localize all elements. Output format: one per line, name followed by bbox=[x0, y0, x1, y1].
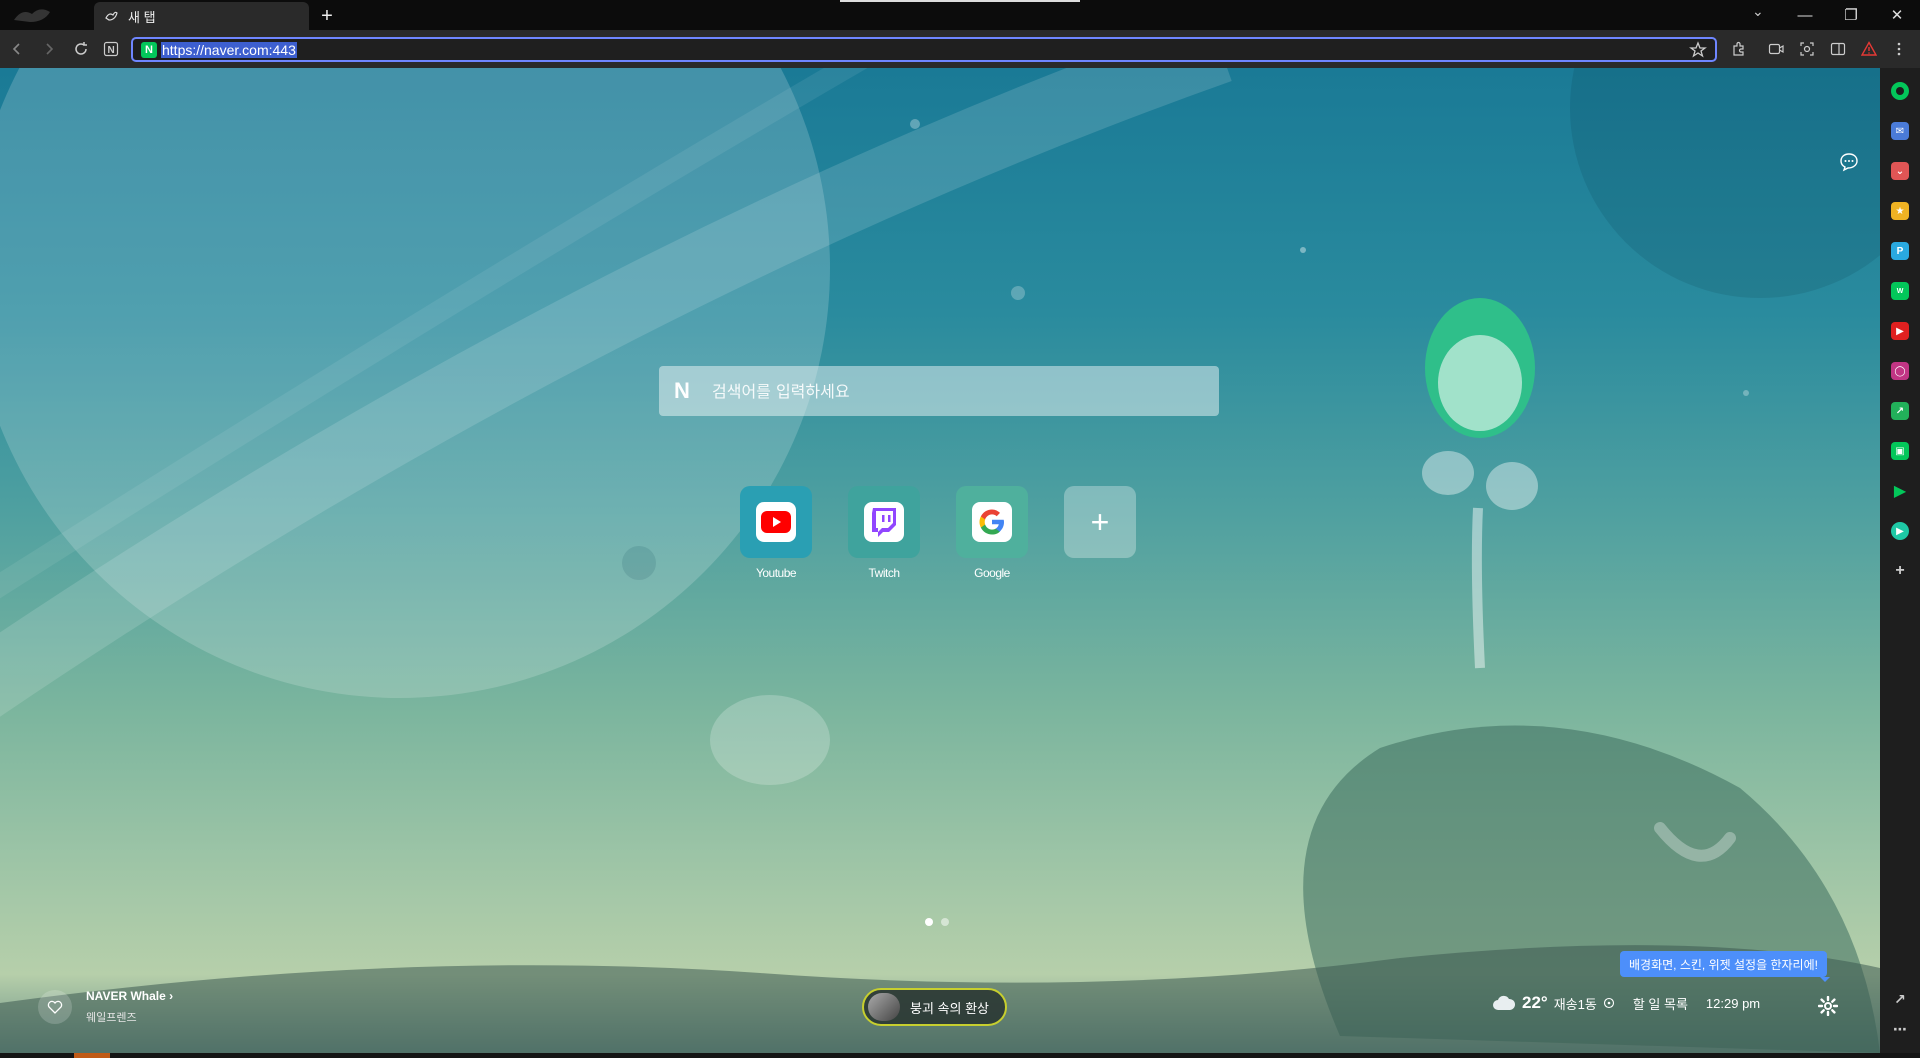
close-icon[interactable]: ✕ bbox=[1882, 4, 1912, 26]
music-icon[interactable]: ▶ bbox=[1891, 522, 1909, 540]
google-icon bbox=[979, 509, 1004, 535]
page-dot-2[interactable] bbox=[941, 918, 949, 926]
svg-text:N: N bbox=[108, 45, 115, 56]
cloud-icon bbox=[1493, 995, 1516, 1010]
search-input[interactable] bbox=[712, 381, 1192, 401]
pocket-icon[interactable]: ⌄ bbox=[1891, 162, 1909, 180]
warning-icon[interactable] bbox=[1858, 38, 1880, 60]
add-sidebar-icon[interactable]: + bbox=[1891, 562, 1909, 580]
shortcut-twitch[interactable]: Twitch bbox=[848, 486, 920, 580]
toolbar: N N https://naver.com:443 bbox=[0, 30, 1920, 68]
address-bar[interactable]: N https://naver.com:443 bbox=[131, 37, 1717, 62]
settings-tooltip: 배경화면, 스킨, 위젯 설정을 한자리에! bbox=[1620, 951, 1830, 982]
mail-icon[interactable]: ✉ bbox=[1891, 122, 1909, 140]
shortcut-tile[interactable] bbox=[956, 486, 1028, 558]
theme-thumbnail bbox=[868, 993, 900, 1021]
youtube-sidebar-icon[interactable]: ▶ bbox=[1891, 322, 1909, 340]
tab-list-chevron-icon[interactable]: ⌄ bbox=[1752, 3, 1764, 20]
whale-tab-icon bbox=[105, 11, 118, 21]
page-indicator bbox=[925, 918, 949, 926]
shortcut-label: Google bbox=[974, 566, 1010, 580]
friend-card-subtitle: 웨일프렌즈 bbox=[86, 1012, 137, 1024]
tab-strip: 새 탭 + ⌄ — ❐ ✕ bbox=[0, 0, 1920, 30]
bottom-widgets: 22° 재송1동 할 일 목록 12:29 pm bbox=[1492, 993, 1760, 1013]
bookmark-star-icon[interactable] bbox=[1689, 41, 1707, 59]
temperature: 22° bbox=[1522, 993, 1548, 1012]
external-link-icon[interactable]: ↗ bbox=[1891, 990, 1909, 1008]
extensions-icon[interactable] bbox=[1727, 38, 1749, 60]
chat-bubble-icon[interactable] bbox=[1839, 152, 1859, 172]
shortcut-tile[interactable] bbox=[740, 486, 812, 558]
shortcut-google[interactable]: Google bbox=[956, 486, 1028, 580]
chevron-right-icon: › bbox=[169, 989, 174, 1003]
more-icon[interactable]: ⋯ bbox=[1891, 1020, 1909, 1038]
todo-widget[interactable]: 할 일 목록 bbox=[1633, 994, 1688, 1013]
plus-icon[interactable]: + bbox=[1064, 486, 1136, 558]
shortcut-tile[interactable] bbox=[848, 486, 920, 558]
bookmark-star-icon[interactable]: ★ bbox=[1891, 202, 1909, 220]
screenshot-icon[interactable] bbox=[1796, 38, 1818, 60]
heart-button[interactable] bbox=[38, 990, 72, 1024]
shortcut-label: Twitch bbox=[868, 566, 900, 580]
page-dot-1[interactable] bbox=[925, 918, 933, 926]
shortcut-grid: Youtube Twitch Google + bbox=[740, 486, 1136, 580]
add-shortcut-button[interactable]: + bbox=[1064, 486, 1136, 580]
window-drag-indicator bbox=[840, 0, 1080, 2]
reload-icon[interactable] bbox=[70, 38, 92, 60]
theme-label: 붕괴 속의 환상 bbox=[910, 1000, 989, 1016]
heart-icon bbox=[47, 1000, 63, 1014]
split-view-icon[interactable] bbox=[1827, 38, 1849, 60]
minimize-icon[interactable]: — bbox=[1790, 4, 1820, 26]
whale-friends-card[interactable]: NAVER Whale › 웨일프렌즈 bbox=[38, 989, 173, 1025]
taskbar-app[interactable] bbox=[74, 1053, 110, 1058]
site-favicon: N bbox=[141, 41, 157, 58]
shortcut-label: Youtube bbox=[755, 566, 797, 580]
whale-space-icon[interactable] bbox=[1891, 82, 1909, 100]
whale-logo-icon bbox=[14, 9, 50, 22]
os-taskbar bbox=[0, 1053, 1920, 1058]
back-icon[interactable] bbox=[6, 38, 28, 60]
twitch-icon bbox=[872, 508, 896, 537]
instagram-icon[interactable]: ◯ bbox=[1891, 362, 1909, 380]
naver-home-icon[interactable]: N bbox=[100, 38, 122, 60]
url-text[interactable]: https://naver.com:443 bbox=[161, 41, 297, 58]
tab-new-tab[interactable]: 새 탭 bbox=[94, 2, 309, 30]
webtoon-icon[interactable]: W bbox=[1891, 282, 1909, 300]
new-tab-button[interactable]: + bbox=[316, 5, 338, 27]
location-target-icon[interactable] bbox=[1603, 997, 1615, 1009]
youtube-icon bbox=[761, 511, 791, 533]
friend-card-title: NAVER Whale bbox=[86, 989, 166, 1003]
play-icon[interactable]: ▶ bbox=[1891, 482, 1909, 500]
stock-icon[interactable]: ↗ bbox=[1891, 402, 1909, 420]
right-sidebar: ✉ ⌄ ★ P W ▶ ◯ ↗ ▣ ▶ ▶ + ↗ ⋯ bbox=[1880, 68, 1920, 1053]
forward-icon[interactable] bbox=[38, 38, 60, 60]
calendar-icon[interactable]: ▣ bbox=[1891, 442, 1909, 460]
new-tab-page: N Youtube Twitch bbox=[0, 68, 1880, 1053]
weather-widget[interactable]: 22° 재송1동 bbox=[1492, 993, 1615, 1013]
theme-music-pill[interactable]: 붕괴 속의 환상 bbox=[862, 988, 1007, 1026]
tab-title: 새 탭 bbox=[128, 9, 156, 25]
clock-widget[interactable]: 12:29 pm bbox=[1706, 996, 1760, 1011]
shortcut-youtube[interactable]: Youtube bbox=[740, 486, 812, 580]
menu-more-icon[interactable] bbox=[1888, 38, 1910, 60]
gear-icon[interactable] bbox=[1818, 996, 1838, 1016]
papago-icon[interactable]: P bbox=[1891, 242, 1909, 260]
search-box[interactable]: N bbox=[659, 366, 1219, 416]
restore-icon[interactable]: ❐ bbox=[1836, 4, 1866, 26]
naver-logo-icon: N bbox=[674, 378, 690, 403]
video-capture-icon[interactable] bbox=[1765, 38, 1787, 60]
location-label: 재송1동 bbox=[1553, 996, 1597, 1012]
